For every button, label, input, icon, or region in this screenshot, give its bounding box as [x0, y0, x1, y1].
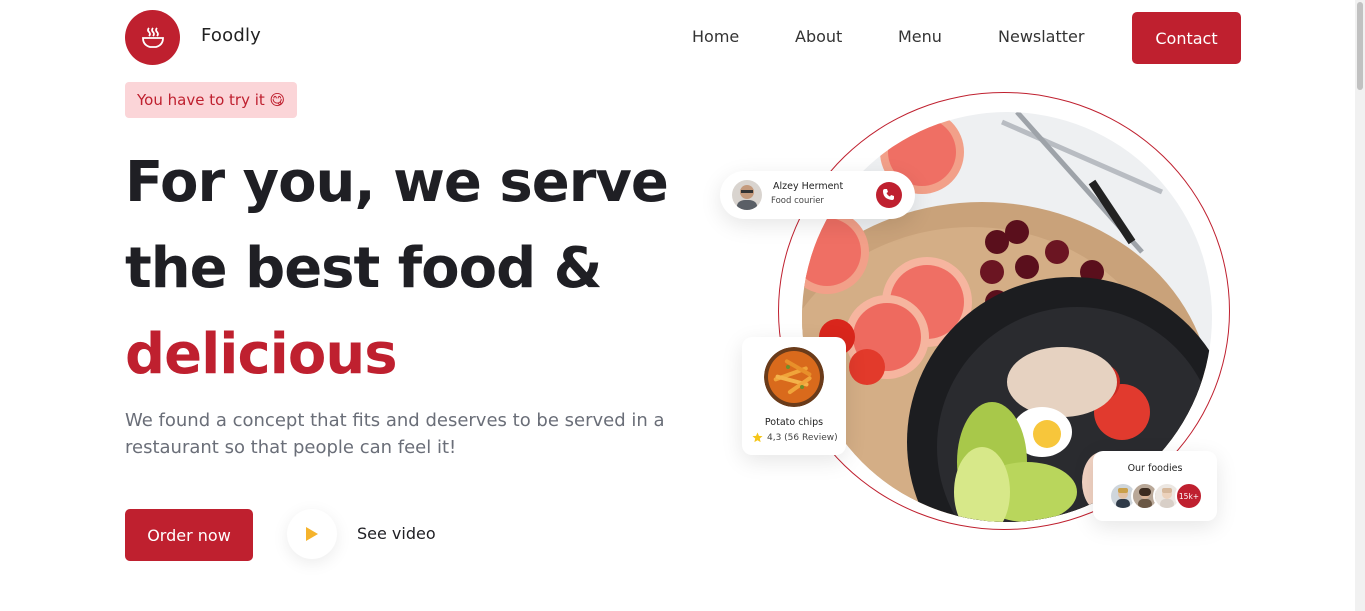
- dish-rating-text: 4,3 (56 Review): [767, 432, 838, 443]
- see-video-link[interactable]: See video: [357, 524, 436, 543]
- foodies-card: Our foodies 15k+: [1093, 451, 1217, 521]
- foodies-avatars: 15k+: [1109, 482, 1203, 510]
- nav-home[interactable]: Home: [692, 27, 739, 46]
- scrollbar-track[interactable]: [1355, 0, 1365, 611]
- courier-avatar: [732, 180, 762, 210]
- call-courier-button[interactable]: [876, 182, 902, 208]
- foodies-title: Our foodies: [1127, 463, 1183, 474]
- nav-menu[interactable]: Menu: [898, 27, 942, 46]
- nav-about[interactable]: About: [795, 27, 842, 46]
- star-icon: [752, 432, 763, 443]
- dish-name: Potato chips: [764, 417, 824, 428]
- courier-role: Food courier: [771, 196, 824, 206]
- hero-tag: You have to try it 😋: [125, 82, 298, 118]
- logo[interactable]: [125, 10, 180, 65]
- bowl-steam-icon: [141, 26, 164, 48]
- hero-headline-line1: For you, we serve: [125, 150, 669, 215]
- hero-headline-line2: the best food &: [125, 236, 603, 301]
- play-icon: [306, 527, 318, 541]
- scrollbar-thumb[interactable]: [1357, 2, 1363, 90]
- play-video-button[interactable]: [287, 509, 337, 559]
- brand-name[interactable]: Foodly: [201, 25, 261, 46]
- dish-image: [764, 347, 824, 407]
- courier-card: Alzey Herment Food courier: [720, 171, 915, 219]
- courier-name: Alzey Herment: [773, 181, 844, 192]
- order-now-button[interactable]: Order now: [125, 509, 253, 561]
- hero-headline-accent: delicious: [125, 322, 398, 387]
- phone-icon: [883, 189, 894, 200]
- contact-button[interactable]: Contact: [1132, 12, 1241, 64]
- foodies-count-badge: 15k+: [1175, 482, 1203, 510]
- dish-card[interactable]: Potato chips 4,3 (56 Review): [742, 337, 846, 455]
- dish-rating: 4,3 (56 Review): [752, 432, 838, 443]
- nav-newsletter[interactable]: Newslatter: [998, 27, 1084, 46]
- hero-description: We found a concept that fits and deserve…: [125, 410, 665, 458]
